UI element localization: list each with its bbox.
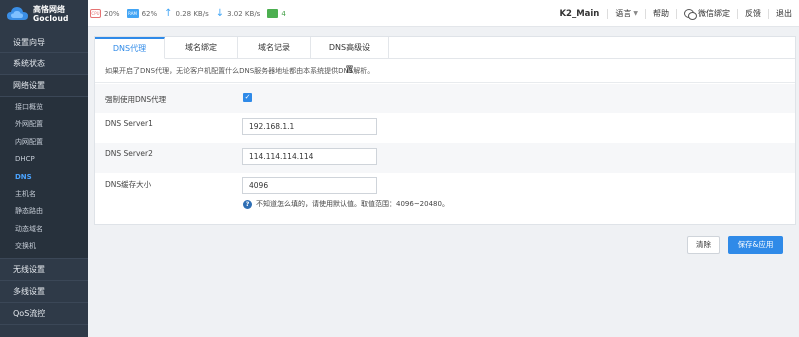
tab-bar: DNS代理 域名绑定 域名记录 DNS高级设置	[95, 37, 389, 74]
download-stat: ↓ 3.02 KB/s	[215, 7, 261, 19]
cpu-icon: CPU	[90, 9, 101, 18]
sidebar-item-network-settings[interactable]: 网络设置	[0, 75, 88, 97]
logout-label: 退出	[776, 8, 792, 18]
dns1-input[interactable]: 192.168.1.1	[242, 118, 377, 135]
force-proxy-checkbox[interactable]: ✓	[243, 93, 252, 102]
clear-button[interactable]: 清除	[687, 236, 720, 254]
sidebar-subitem-dns[interactable]: DNS	[0, 168, 88, 186]
wechat-bind-link[interactable]: 微信绑定	[676, 8, 737, 20]
language-menu[interactable]: 语言 ▼	[607, 8, 645, 19]
devices-value: 4	[281, 9, 286, 18]
brand-name-cn: 高恪网络	[33, 4, 65, 14]
device-name: K2_Main	[559, 8, 600, 19]
monitor-icon	[267, 9, 279, 18]
tab-dns-advanced[interactable]: DNS高级设置	[311, 37, 389, 74]
dns-settings-panel: DNS代理 域名绑定 域名记录 DNS高级设置 如果开启了DNS代理，无论客户机…	[94, 36, 796, 225]
upload-arrow-icon: ↑	[164, 7, 173, 19]
chevron-down-icon: ▼	[633, 9, 638, 17]
feedback-label: 反馈	[745, 8, 761, 18]
upload-stat: ↑ 0.28 KB/s	[164, 7, 209, 19]
force-proxy-row: 强制使用DNS代理 ✓	[95, 84, 795, 113]
cpu-value: 20%	[104, 9, 120, 18]
logout-link[interactable]: 退出	[768, 8, 799, 19]
feedback-link[interactable]: 反馈	[737, 8, 768, 19]
sidebar-subitem-ddns[interactable]: 动态域名	[0, 220, 88, 239]
sidebar-subitem-dhcp[interactable]: DHCP	[0, 151, 88, 169]
cloud-logo-icon	[6, 5, 30, 23]
sidebar-subitem-lan-config[interactable]: 内网配置	[0, 133, 88, 152]
cache-hint: ? 不知道怎么填的，请使用默认值。取值范围：4096~20480。	[243, 199, 449, 209]
sidebar-item-qos[interactable]: QoS流控	[0, 303, 88, 325]
wechat-bind-label: 微信绑定	[698, 8, 730, 18]
cpu-stat: CPU 20%	[90, 9, 120, 18]
dns1-label: DNS Server1	[105, 119, 153, 128]
help-label: 帮助	[653, 8, 669, 18]
cache-input[interactable]: 4096	[242, 177, 377, 194]
sidebar-item-system-status[interactable]: 系统状态	[0, 53, 88, 75]
sidebar-item-multiline[interactable]: 多线设置	[0, 281, 88, 303]
system-stats: CPU 20% RAM 62% ↑ 0.28 KB/s ↓ 3.02 KB/s …	[90, 0, 293, 27]
devices-stat[interactable]: 4	[267, 9, 286, 18]
sidebar-item-setup-wizard[interactable]: 设置向导	[0, 33, 88, 53]
dns-proxy-notice: 如果开启了DNS代理，无论客户机配置什么DNS服务器地址都由本系统提供DNS解析…	[95, 59, 795, 83]
force-proxy-label: 强制使用DNS代理	[105, 95, 167, 104]
sidebar-subitem-hostname[interactable]: 主机名	[0, 185, 88, 204]
sidebar-submenu: 接口概览 外网配置 内网配置 DHCP DNS 主机名 静态路由 动态域名 交换…	[0, 97, 88, 259]
brand-name-en: Gocloud	[33, 13, 69, 23]
dns2-row: DNS Server2 114.114.114.114	[95, 143, 795, 173]
dns2-input[interactable]: 114.114.114.114	[242, 148, 377, 165]
top-bar: 高恪网络 Gocloud CPU 20% RAM 62% ↑ 0.28 KB/s…	[0, 0, 799, 27]
ram-value: 62%	[141, 9, 158, 18]
ram-stat: RAM 62%	[126, 9, 158, 18]
tab-domain-records[interactable]: 域名记录	[238, 37, 311, 59]
upload-value: 0.28 KB/s	[175, 9, 209, 18]
ram-icon: RAM	[126, 9, 139, 18]
question-icon: ?	[243, 199, 252, 209]
dns1-row: DNS Server1 192.168.1.1	[95, 113, 795, 143]
sidebar-item-wireless[interactable]: 无线设置	[0, 259, 88, 281]
dns2-label: DNS Server2	[105, 149, 153, 158]
cache-hint-text: 不知道怎么填的，请使用默认值。取值范围：4096~20480。	[256, 200, 449, 208]
sidebar-subitem-interface-overview[interactable]: 接口概览	[0, 99, 88, 117]
brand-logo[interactable]: 高恪网络 Gocloud	[0, 0, 88, 27]
top-right-menu: K2_Main 语言 ▼ 帮助 微信绑定 反馈 退出	[551, 0, 799, 27]
tab-domain-binding[interactable]: 域名绑定	[165, 37, 238, 59]
cache-row: DNS缓存大小 4096 ? 不知道怎么填的，请使用默认值。取值范围：4096~…	[95, 173, 795, 223]
sidebar: 设置向导 系统状态 网络设置 接口概览 外网配置 内网配置 DHCP DNS 主…	[0, 27, 88, 337]
tab-dns-proxy[interactable]: DNS代理	[95, 37, 165, 59]
wechat-icon	[684, 9, 697, 20]
sidebar-subitem-switch[interactable]: 交换机	[0, 238, 88, 256]
sidebar-subitem-wan-config[interactable]: 外网配置	[0, 116, 88, 134]
download-arrow-icon: ↓	[215, 7, 225, 19]
download-value: 3.02 KB/s	[227, 9, 261, 18]
help-link[interactable]: 帮助	[645, 8, 676, 19]
sidebar-subitem-static-route[interactable]: 静态路由	[0, 203, 88, 221]
cache-label: DNS缓存大小	[105, 180, 152, 189]
save-apply-button[interactable]: 保存&应用	[728, 236, 783, 254]
language-label: 语言	[615, 8, 632, 18]
